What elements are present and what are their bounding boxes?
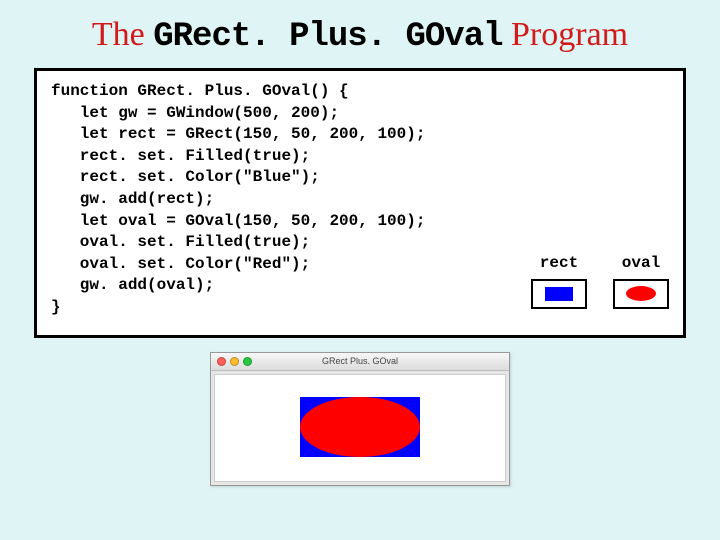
legend-rect-box	[531, 279, 587, 309]
graphics-canvas	[214, 374, 506, 482]
zoom-icon[interactable]	[243, 357, 252, 366]
window-controls	[217, 357, 252, 366]
code-line: rect. set. Color("Blue");	[51, 167, 669, 189]
title-mono: GRect. Plus. GOval	[153, 18, 502, 56]
legend-oval-box	[613, 279, 669, 309]
oval-swatch-icon	[626, 286, 656, 301]
legend-rect-label: rect	[531, 253, 587, 275]
title-suffix: Program	[503, 16, 629, 53]
minimize-icon[interactable]	[230, 357, 239, 366]
rect-swatch-icon	[545, 287, 573, 301]
window-titlebar: GRect Plus. GOval	[211, 353, 509, 371]
title-prefix: The	[92, 16, 153, 53]
slide-title: The GRect. Plus. GOval Program	[0, 0, 720, 68]
window-title: GRect Plus. GOval	[211, 356, 509, 366]
code-line: gw. add(rect);	[51, 189, 669, 211]
output-window: GRect Plus. GOval	[210, 352, 510, 486]
legend: rect oval	[531, 253, 669, 309]
code-line: rect. set. Filled(true);	[51, 146, 669, 168]
legend-oval-item: oval	[613, 253, 669, 309]
canvas-oval-icon	[300, 397, 420, 457]
close-icon[interactable]	[217, 357, 226, 366]
code-line: let oval = GOval(150, 50, 200, 100);	[51, 211, 669, 233]
code-line: function GRect. Plus. GOval() {	[51, 81, 669, 103]
code-block: function GRect. Plus. GOval() { let gw =…	[34, 68, 686, 338]
legend-oval-label: oval	[613, 253, 669, 275]
code-line: oval. set. Filled(true);	[51, 232, 669, 254]
code-line: let rect = GRect(150, 50, 200, 100);	[51, 124, 669, 146]
legend-rect-item: rect	[531, 253, 587, 309]
code-line: let gw = GWindow(500, 200);	[51, 103, 669, 125]
